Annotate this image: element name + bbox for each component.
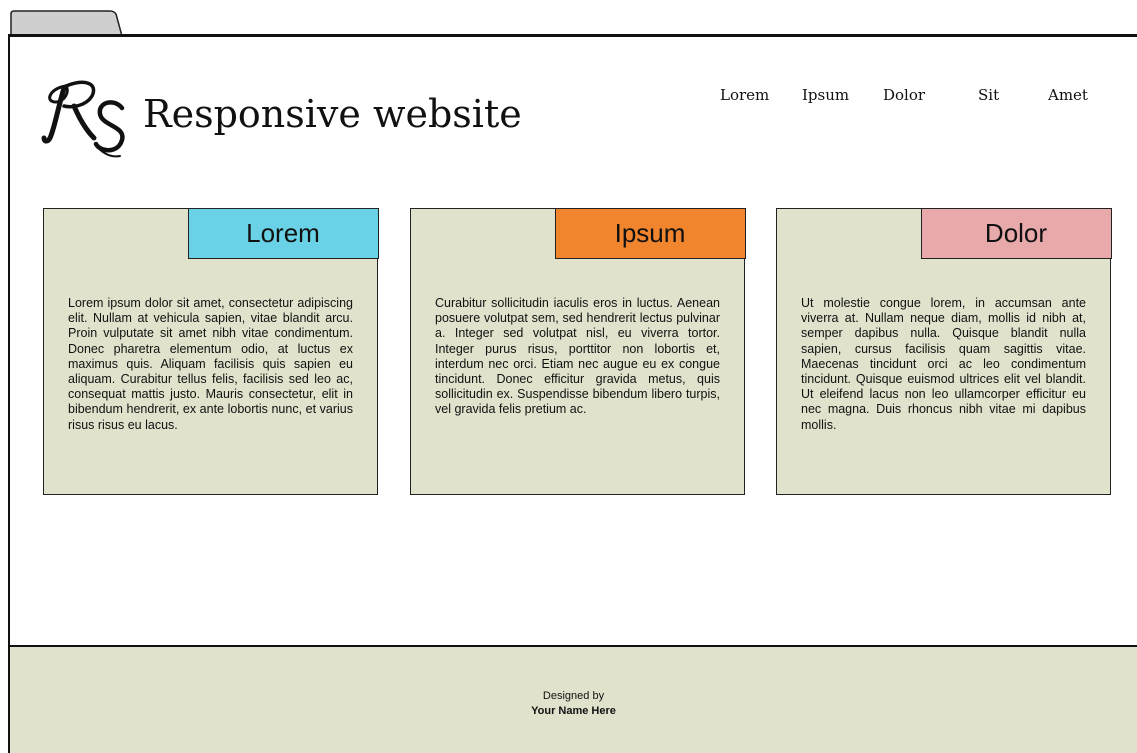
site-title: Responsive website	[143, 92, 522, 136]
card-label[interactable]: Dolor	[920, 207, 1112, 259]
card-label[interactable]: Lorem	[187, 207, 379, 259]
footer-author-name: Your Name Here	[531, 705, 616, 717]
card-label[interactable]: Ipsum	[554, 207, 746, 259]
content-card: Ipsum Curabitur sollicitudin iaculis ero…	[410, 207, 746, 495]
content-card: Lorem Lorem ipsum dolor sit amet, consec…	[43, 207, 379, 495]
nav-item-lorem[interactable]: Lorem	[720, 86, 769, 104]
card-text: Ut molestie congue lorem, in accumsan an…	[801, 296, 1086, 432]
footer-designed-by: Designed by	[542, 690, 605, 702]
nav-item-ipsum[interactable]: Ipsum	[802, 86, 849, 104]
page-footer: Designed by Your Name Here	[8, 645, 1137, 753]
card-text: Curabitur sollicitudin iaculis eros in l…	[435, 296, 720, 417]
nav-item-dolor[interactable]: Dolor	[883, 86, 925, 104]
nav-item-amet[interactable]: Amet	[1048, 86, 1088, 104]
card-text: Lorem ipsum dolor sit amet, consectetur …	[68, 296, 353, 432]
browser-tab[interactable]	[10, 10, 122, 36]
site-logo[interactable]	[40, 72, 130, 162]
nav-item-sit[interactable]: Sit	[978, 86, 999, 104]
footer-credit: Designed by Your Name Here	[10, 689, 1137, 719]
content-card: Dolor Ut molestie congue lorem, in accum…	[776, 207, 1112, 495]
